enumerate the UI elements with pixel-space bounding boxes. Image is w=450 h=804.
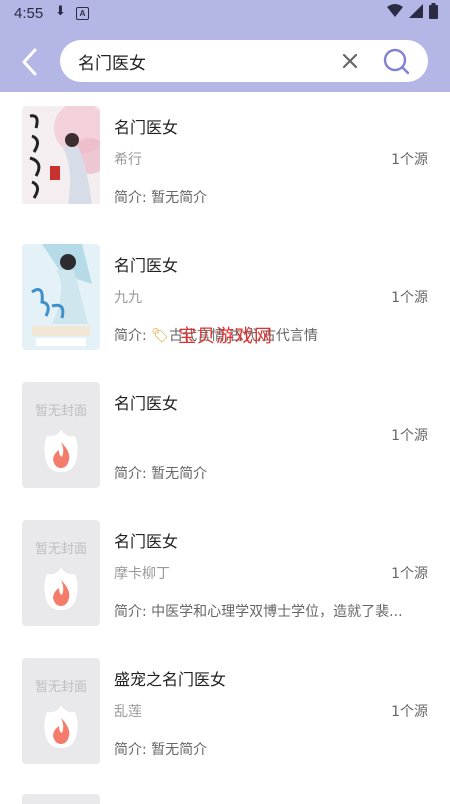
book-cover-placeholder: 暂无封面: [22, 658, 100, 764]
no-cover-text: 暂无封面: [34, 680, 87, 695]
search-results-list: 名门医女 希行 1个源 简介: 暂无简介 名门医女 九九 1个源 简介: 🏷古代…: [0, 92, 450, 782]
signal-icon: [409, 4, 423, 18]
book-cover: [22, 106, 100, 212]
intro-label: 简介:: [114, 328, 152, 344]
book-title: 盛宠之名门医女: [114, 670, 227, 689]
intro-label: 简介:: [114, 604, 152, 620]
result-item[interactable]: 暂无封面 名门医女 摩卡柳丁 1个源 简介: 中医学和心理学双博士学位，造就了裴…: [0, 506, 450, 644]
book-author: 九九: [114, 290, 142, 306]
intro-text: 暂无简介: [151, 466, 208, 482]
close-icon: [342, 53, 358, 69]
app-notification-icon: A: [76, 7, 89, 20]
search-input[interactable]: [78, 49, 318, 73]
clear-button[interactable]: [338, 49, 362, 73]
book-title: 名门医女: [114, 532, 179, 551]
source-count: 1个源: [391, 704, 428, 720]
battery-icon: [429, 3, 438, 19]
book-title: 名门医女: [114, 256, 179, 275]
book-intro: 简介: 暂无简介: [114, 187, 429, 207]
watermark: 宝贝游戏网: [178, 326, 273, 347]
flame-icon: [44, 430, 78, 472]
search-button[interactable]: [382, 47, 410, 75]
intro-label: 简介:: [114, 190, 152, 206]
intro-label: 简介:: [114, 742, 152, 758]
result-item[interactable]: 名门医女 希行 1个源 简介: 暂无简介: [0, 92, 450, 230]
book-title: 名门医女: [114, 118, 179, 137]
flame-icon: [44, 706, 78, 748]
no-cover-text: 暂无封面: [34, 542, 87, 557]
tag-icon: 🏷: [151, 328, 169, 344]
book-cover-art: [22, 244, 100, 350]
book-author: 希行: [114, 152, 142, 168]
wifi-icon: [387, 4, 403, 17]
result-item[interactable]: 暂无封面 盛宠之名门医女 乱莲 1个源 简介: 暂无简介: [0, 644, 450, 782]
status-bar: 4:55 ⬇ A: [0, 0, 450, 26]
book-intro: 简介: 暂无简介: [114, 463, 429, 483]
intro-text: 暂无简介: [151, 742, 208, 758]
download-icon: ⬇: [55, 4, 66, 19]
next-item-cover-peek: [22, 794, 100, 804]
book-intro: 简介: 中医学和心理学双博士学位，造就了裴...: [114, 601, 429, 621]
source-count: 1个源: [391, 152, 428, 168]
book-cover-placeholder: 暂无封面: [22, 520, 100, 626]
source-count: 1个源: [391, 290, 428, 306]
search-icon: [383, 48, 410, 75]
intro-label: 简介:: [114, 466, 152, 482]
header-bar: 4:55 ⬇ A: [0, 0, 450, 92]
book-cover-placeholder: 暂无封面: [22, 382, 100, 488]
flame-icon: [44, 568, 78, 610]
back-button[interactable]: [12, 44, 48, 80]
no-cover-text: 暂无封面: [34, 404, 87, 419]
book-title: 名门医女: [114, 394, 179, 413]
book-cover: [22, 244, 100, 350]
result-item[interactable]: 暂无封面 名门医女 1个源 简介: 暂无简介: [0, 368, 450, 506]
source-count: 1个源: [391, 566, 428, 582]
intro-text: 中医学和心理学双博士学位，造就了裴...: [151, 604, 403, 620]
book-cover-art: [22, 106, 100, 212]
status-time: 4:55: [14, 5, 44, 22]
book-author: 摩卡柳丁: [114, 566, 170, 582]
chevron-left-icon: [22, 48, 37, 76]
status-icons: [387, 3, 438, 19]
search-bar: [60, 40, 428, 82]
book-author: 乱莲: [114, 704, 142, 720]
book-intro: 简介: 暂无简介: [114, 739, 429, 759]
source-count: 1个源: [391, 428, 428, 444]
intro-text: 暂无简介: [151, 190, 208, 206]
